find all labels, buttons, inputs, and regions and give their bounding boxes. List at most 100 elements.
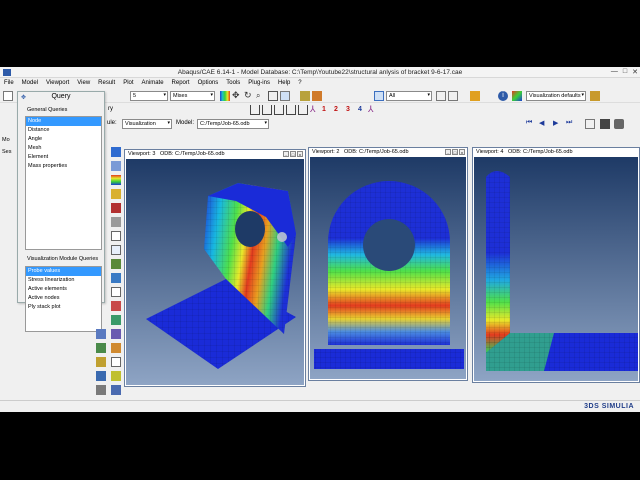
view-front-icon[interactable] — [250, 105, 260, 115]
stream-icon[interactable] — [111, 273, 121, 283]
model-tab-label[interactable]: Mo — [2, 137, 10, 143]
xy-plot-icon[interactable] — [111, 231, 121, 241]
query-element-item[interactable]: Element — [26, 153, 101, 162]
viewport-2[interactable]: Viewport: 2 ODB: C:/Temp/Job-65.odb - □ x — [308, 147, 468, 381]
maximize-viewport-icon[interactable]: □ — [290, 151, 296, 157]
previous-frame-icon[interactable]: ◀ — [539, 119, 549, 129]
view-cut-icon[interactable] — [111, 329, 121, 339]
menu-view[interactable]: View — [73, 79, 94, 88]
viewport-4-button[interactable]: 4 — [358, 106, 362, 113]
report-icon[interactable] — [111, 357, 121, 367]
module-combo[interactable]: Visualization ▾ — [122, 119, 172, 129]
perspective-icon[interactable] — [300, 91, 310, 101]
contour-plot-icon[interactable] — [111, 175, 121, 185]
menu-tools[interactable]: Tools — [222, 79, 244, 88]
minimize-viewport-icon[interactable]: - — [445, 149, 451, 155]
viewport-3-button[interactable]: 3 — [346, 106, 350, 113]
select-from-all-icon[interactable] — [436, 91, 446, 101]
session-tab-label[interactable]: Ses — [2, 149, 11, 155]
viewport-layer-icon[interactable] — [96, 371, 106, 381]
model-combo[interactable]: C:/Temp/Job-65.odb ▾ — [197, 119, 269, 129]
minimize-viewport-icon[interactable]: - — [283, 151, 289, 157]
box-zoom-icon[interactable] — [268, 91, 278, 101]
annotation-icon[interactable] — [111, 371, 121, 381]
active-nodes-item[interactable]: Active nodes — [26, 294, 101, 303]
maximize-button[interactable]: □ — [623, 68, 627, 76]
view-back-icon[interactable] — [262, 105, 272, 115]
menu-result[interactable]: Result — [94, 79, 119, 88]
color-code-icon[interactable] — [512, 91, 522, 101]
play-icon[interactable]: ▶ — [553, 119, 563, 129]
material-orientation-icon[interactable] — [111, 203, 121, 213]
parallel-icon[interactable] — [312, 91, 322, 101]
probe-icon[interactable] — [111, 385, 121, 395]
zoom-icon[interactable]: ⌕ — [256, 91, 266, 101]
toolbox-extra-icon[interactable] — [96, 385, 106, 395]
viewport-2-button[interactable]: 2 — [334, 106, 338, 113]
select-cursor-icon[interactable] — [374, 91, 384, 101]
menu-model[interactable]: Model — [18, 79, 42, 88]
query-angle-item[interactable]: Angle — [26, 135, 101, 144]
menu-plot[interactable]: Plot — [119, 79, 137, 88]
viewport-3[interactable]: Viewport: 3 ODB: C:/Temp/Job-65.odb - □ x — [124, 149, 306, 387]
viewport-3-canvas[interactable] — [126, 159, 304, 385]
rotate-icon[interactable]: ↻ — [244, 91, 254, 101]
menu-plugins[interactable]: Plug-ins — [244, 79, 274, 88]
menu-animate[interactable]: Animate — [138, 79, 168, 88]
menu-viewport[interactable]: Viewport — [42, 79, 73, 88]
new-file-icon[interactable] — [3, 91, 13, 101]
table-icon[interactable] — [111, 287, 121, 297]
plot-contours-icon[interactable] — [220, 91, 230, 101]
overlay-icon[interactable] — [96, 357, 106, 367]
viewport-1-button[interactable]: 1 — [322, 106, 326, 113]
visualization-defaults-combo[interactable]: Visualization defaults ▾ — [526, 91, 586, 101]
maximize-viewport-icon[interactable]: □ — [452, 149, 458, 155]
close-button[interactable]: ✕ — [632, 68, 638, 76]
color-palette-icon[interactable] — [590, 91, 600, 101]
plot-options-icon[interactable] — [111, 217, 121, 227]
view-left-icon[interactable] — [298, 105, 308, 115]
close-viewport-icon[interactable]: x — [297, 151, 303, 157]
close-viewport-icon[interactable]: x — [459, 149, 465, 155]
viewport-2-canvas[interactable] — [310, 157, 466, 379]
probe-values-item[interactable]: Probe values — [26, 267, 101, 276]
animate-icon[interactable] — [111, 301, 121, 311]
query-node-item[interactable]: Node — [26, 117, 101, 126]
query-mesh-item[interactable]: Mesh — [26, 144, 101, 153]
plot-stack-icon[interactable] — [96, 329, 106, 339]
select-from-screen-icon[interactable] — [448, 91, 458, 101]
free-body-icon[interactable] — [111, 343, 121, 353]
plot-undeformed-icon[interactable] — [111, 147, 121, 157]
plot-deformed-icon[interactable] — [111, 161, 121, 171]
view-bottom-icon[interactable] — [286, 105, 296, 115]
menu-help[interactable]: Help — [274, 79, 294, 88]
viewport-4[interactable]: Viewport: 4 ODB: C:/Temp/Job-65.odb — [472, 147, 640, 383]
ply-stack-plot-item[interactable]: Ply stack plot — [26, 303, 101, 312]
query-distance-item[interactable]: Distance — [26, 126, 101, 135]
active-elements-item[interactable]: Active elements — [26, 285, 101, 294]
movie-icon[interactable] — [600, 119, 610, 129]
menu-context-help[interactable]: ? — [294, 79, 305, 88]
first-frame-icon[interactable]: ⏮ — [526, 119, 536, 129]
info-icon[interactable]: i — [498, 91, 508, 101]
display-group-icon[interactable] — [111, 315, 121, 325]
iso-view-icon[interactable]: ⅄ — [310, 105, 320, 115]
highlight-icon[interactable] — [470, 91, 480, 101]
minimize-button[interactable]: — — [611, 68, 618, 76]
stress-linearization-item[interactable]: Stress linearization — [26, 276, 101, 285]
pan-icon[interactable]: ✥ — [232, 91, 242, 101]
path-icon[interactable] — [111, 259, 121, 269]
field-variable-combo[interactable]: Mises ▾ — [170, 91, 215, 101]
symbol-plot-icon[interactable] — [111, 189, 121, 199]
view-top-icon[interactable] — [274, 105, 284, 115]
viewport-4-canvas[interactable] — [474, 157, 638, 381]
triad-icon[interactable]: ⅄ — [368, 105, 378, 115]
cycle-views-icon[interactable] — [280, 91, 290, 101]
last-frame-icon[interactable]: ⏭ — [566, 119, 576, 129]
selection-filter-combo[interactable]: All ▾ — [386, 91, 432, 101]
menu-file[interactable]: File — [0, 79, 18, 88]
link-viewports-icon[interactable] — [585, 119, 595, 129]
step-frame-combo[interactable]: 5 ▾ — [130, 91, 168, 101]
menu-options[interactable]: Options — [194, 79, 223, 88]
query-mass-properties-item[interactable]: Mass properties — [26, 162, 101, 171]
